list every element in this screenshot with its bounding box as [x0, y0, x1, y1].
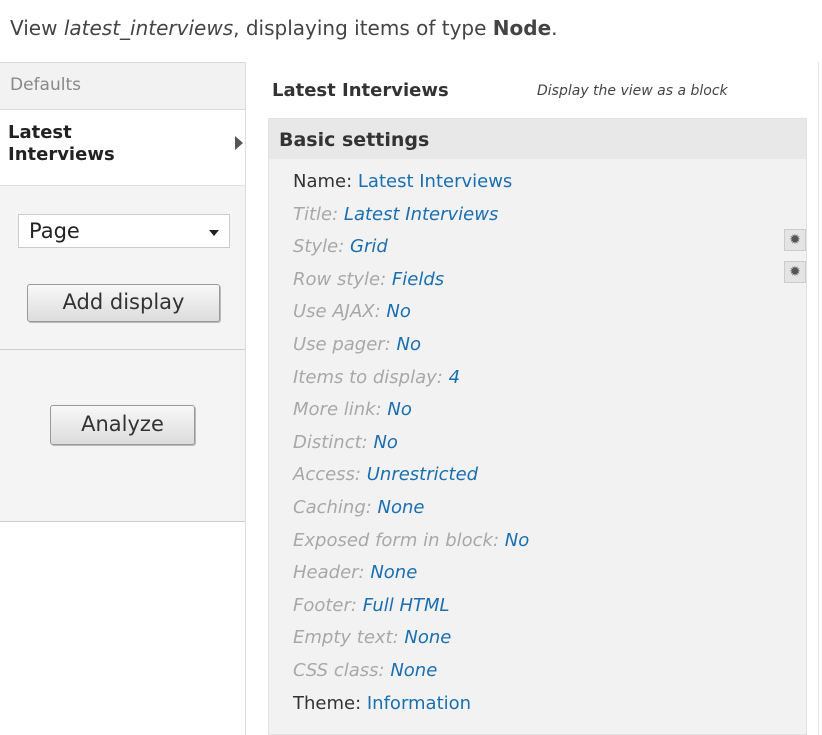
gear-icon[interactable]: ✹ [784, 261, 806, 283]
add-display-button[interactable]: Add display [27, 284, 220, 322]
setting-row: Caching: None [293, 497, 529, 530]
display-description: Display the view as a block [537, 83, 728, 99]
setting-value-link[interactable]: No [373, 432, 397, 453]
header-middle: , displaying items of type [233, 16, 493, 40]
header-prefix: View [10, 16, 64, 40]
setting-row: Distinct: No [293, 432, 529, 465]
setting-label: Exposed form in block: [293, 529, 505, 551]
setting-label: Footer: [293, 594, 363, 616]
setting-row: Empty text: None [293, 627, 529, 660]
setting-label: Title: [293, 203, 344, 225]
setting-row: Access: Unrestricted [293, 464, 529, 497]
setting-value-link[interactable]: None [370, 562, 417, 583]
setting-label: Empty text: [293, 627, 405, 649]
setting-label: Use AJAX: [293, 301, 387, 323]
setting-row: Header: None [293, 562, 529, 595]
basic-settings-panel: Basic settings Name: Latest Interviews Ti… [268, 118, 807, 735]
setting-label: Theme: [293, 692, 367, 714]
setting-value-link[interactable]: 4 [449, 367, 460, 388]
display-controls-panel: Page Add display Analyze [0, 185, 245, 522]
right-edge-line [818, 62, 819, 735]
setting-value-link[interactable]: Fields [392, 269, 444, 290]
setting-row: Exposed form in block: No [293, 530, 529, 563]
setting-row: Style: Grid [293, 236, 529, 269]
setting-row: Footer: Full HTML [293, 595, 529, 628]
node-type: Node [492, 16, 552, 40]
setting-row: Row style: Fields [293, 269, 529, 302]
setting-label: Caching: [293, 496, 378, 518]
setting-label: Header: [293, 562, 371, 584]
setting-value-link[interactable]: No [387, 399, 411, 420]
setting-value-link[interactable]: Unrestricted [367, 464, 478, 485]
header-suffix: . [551, 16, 558, 40]
chevron-down-icon [209, 230, 219, 236]
tab-latest-interviews[interactable]: Latest Interviews [0, 112, 245, 184]
setting-label: Style: [293, 236, 350, 258]
setting-value-link[interactable]: No [386, 301, 410, 322]
setting-row: Title: Latest Interviews [293, 204, 529, 237]
gear-icon[interactable]: ✹ [784, 229, 806, 251]
setting-label: More link: [293, 399, 388, 421]
setting-value-link[interactable]: None [378, 497, 425, 518]
setting-value-link[interactable]: Latest Interviews [344, 204, 498, 225]
tab-defaults-label: Defaults [10, 75, 81, 95]
setting-value-link[interactable]: Latest Interviews [358, 171, 512, 192]
display-type-select[interactable]: Page [18, 214, 230, 248]
setting-label: Row style: [293, 268, 392, 290]
tab-latest-interviews-label: Latest Interviews [8, 122, 115, 165]
setting-value-link[interactable]: None [404, 627, 451, 648]
setting-label: Items to display: [293, 366, 449, 388]
column-separator [245, 62, 246, 735]
setting-row: Name: Latest Interviews [293, 171, 529, 204]
setting-label: Access: [293, 464, 367, 486]
setting-value-link[interactable]: No [397, 334, 421, 355]
view-name: latest_interviews [63, 16, 234, 40]
setting-row: Theme: Information [293, 693, 529, 726]
arrow-right-icon [235, 136, 243, 150]
tab-defaults[interactable]: Defaults [0, 62, 245, 110]
setting-row: Items to display: 4 [293, 367, 529, 400]
setting-row: More link: No [293, 399, 529, 432]
setting-value-link[interactable]: Information [367, 693, 471, 714]
page-header: View latest_interviews, displaying items… [10, 16, 558, 40]
setting-value-link[interactable]: Full HTML [363, 595, 450, 616]
setting-row: Use AJAX: No [293, 301, 529, 334]
setting-value-link[interactable]: Grid [350, 236, 388, 257]
panel-divider [0, 349, 245, 350]
setting-row: Use pager: No [293, 334, 529, 367]
setting-value-link[interactable]: None [390, 660, 437, 681]
display-title: Latest Interviews [272, 80, 449, 101]
display-type-value: Page [29, 219, 80, 243]
setting-label: Use pager: [293, 333, 397, 355]
basic-settings-heading: Basic settings [269, 119, 806, 159]
analyze-button[interactable]: Analyze [50, 405, 195, 445]
setting-label: Name: [293, 171, 358, 192]
settings-list: Name: Latest Interviews Title: Latest Int… [293, 171, 529, 725]
setting-label: CSS class: [293, 659, 391, 681]
setting-value-link[interactable]: No [505, 530, 529, 551]
setting-row: CSS class: None [293, 660, 529, 693]
setting-label: Distinct: [293, 431, 374, 453]
